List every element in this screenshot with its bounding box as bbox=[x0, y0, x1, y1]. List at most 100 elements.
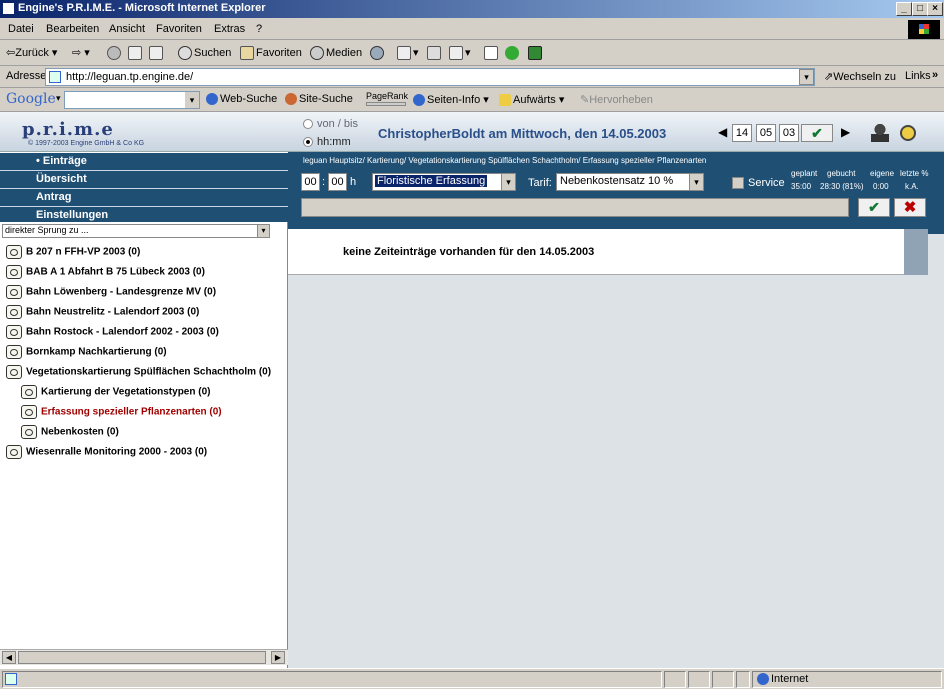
save-entry-button[interactable]: ✔ bbox=[858, 198, 890, 217]
chevron-down-icon[interactable]: ▾ bbox=[501, 174, 515, 190]
links-button[interactable]: Links bbox=[905, 70, 931, 82]
stop-button[interactable] bbox=[107, 46, 123, 60]
menu-datei[interactable]: Datei bbox=[8, 23, 34, 35]
cancel-entry-button[interactable]: ✖ bbox=[894, 198, 926, 217]
project-icon bbox=[21, 425, 37, 439]
stat-last-value: k.A. bbox=[905, 182, 919, 191]
page-title: ChristopherBoldt am Mittwoch, den 14.05.… bbox=[378, 126, 667, 141]
help-icon[interactable] bbox=[900, 125, 916, 141]
search-button[interactable]: Suchen bbox=[178, 46, 231, 60]
tree-item[interactable]: Bahn Neustrelitz - Lalendorf 2003 (0) bbox=[6, 305, 199, 319]
spy-user-icon[interactable] bbox=[871, 124, 889, 142]
minutes-input[interactable]: 00 bbox=[328, 173, 347, 191]
page-info-button[interactable]: Seiten-Info ▾ bbox=[413, 93, 489, 107]
radio-vonbis[interactable]: von / bis bbox=[303, 118, 358, 130]
calendar-button[interactable] bbox=[528, 46, 544, 60]
print-button[interactable] bbox=[427, 46, 443, 60]
globe-icon bbox=[757, 673, 769, 686]
prime-logo: p.r.i.m.e bbox=[22, 119, 114, 140]
tree-item[interactable]: Vegetationskartierung Spülflächen Schach… bbox=[6, 365, 271, 379]
forward-button[interactable]: ⇨ ▾ bbox=[72, 46, 90, 59]
stat-own-header: eigene bbox=[870, 169, 895, 178]
radio-hhmm[interactable]: hh:mm bbox=[303, 136, 351, 148]
back-arrow-icon: ⇦ bbox=[6, 47, 16, 59]
tarif-select[interactable]: Nebenkostensatz 10 % ▾ bbox=[556, 173, 704, 191]
chevron-right-icon[interactable]: » bbox=[932, 69, 938, 81]
go-button[interactable]: ⇗Wechseln zu bbox=[824, 70, 896, 83]
prev-day-icon[interactable]: ◀ bbox=[718, 125, 727, 139]
menu-help[interactable]: ? bbox=[256, 23, 262, 35]
next-day-icon[interactable]: ▶ bbox=[841, 125, 850, 139]
nav-uebersicht[interactable]: Übersicht bbox=[0, 171, 288, 189]
home-button[interactable] bbox=[149, 46, 165, 60]
page-icon bbox=[5, 673, 17, 685]
status-cell bbox=[664, 671, 686, 688]
favorites-button[interactable]: Favoriten bbox=[240, 46, 302, 60]
messenger-button[interactable] bbox=[505, 46, 521, 60]
web-search-button[interactable]: Web-Suche bbox=[206, 93, 277, 106]
refresh-button[interactable] bbox=[128, 46, 144, 60]
mail-button[interactable]: ▾ bbox=[397, 46, 419, 61]
date-confirm-button[interactable]: ✔ bbox=[801, 124, 833, 142]
site-search-button[interactable]: Site-Suche bbox=[285, 93, 353, 106]
edit-button[interactable]: ▾ bbox=[449, 46, 471, 61]
tree-item[interactable]: Wiesenralle Monitoring 2000 - 2003 (0) bbox=[6, 445, 207, 459]
activity-select[interactable]: Floristische Erfassung ▾ bbox=[372, 173, 516, 191]
app-header: p.r.i.m.e © 1997-2003 Engine GmbH & Co K… bbox=[0, 112, 944, 152]
status-bar: Internet bbox=[0, 668, 944, 689]
title-bar: Engine's P.R.I.M.E. - Microsoft Internet… bbox=[0, 0, 944, 18]
highlight-button[interactable]: ✎Hervorheben bbox=[580, 93, 653, 106]
up-button[interactable]: Aufwärts ▾ bbox=[499, 93, 564, 107]
history-button[interactable] bbox=[370, 46, 386, 60]
menu-bearbeiten[interactable]: Bearbeiten bbox=[46, 23, 99, 35]
google-menu-chevron-icon[interactable]: ▾ bbox=[56, 93, 61, 104]
tree-subitem-selected[interactable]: Erfassung spezieller Pflanzenarten (0) bbox=[21, 405, 222, 419]
year-input[interactable]: 03 bbox=[779, 124, 799, 142]
nav-eintraege[interactable]: • Einträge bbox=[0, 153, 288, 171]
history-icon bbox=[370, 46, 384, 60]
tree-item[interactable]: B 207 n FFH-VP 2003 (0) bbox=[6, 245, 140, 259]
chevron-down-icon[interactable]: ▾ bbox=[257, 225, 269, 237]
tree-subitem[interactable]: Kartierung der Vegetationstypen (0) bbox=[21, 385, 210, 399]
tree-scrollbar[interactable]: ◀ ▶ bbox=[0, 649, 288, 665]
discuss-button[interactable] bbox=[484, 46, 500, 60]
comment-input[interactable] bbox=[301, 198, 849, 217]
tree-item[interactable]: BAB A 1 Abfahrt B 75 Lübeck 2003 (0) bbox=[6, 265, 205, 279]
service-label: Service bbox=[748, 177, 785, 189]
media-button[interactable]: Medien bbox=[310, 46, 362, 60]
stop-icon bbox=[107, 46, 121, 60]
tree-subitem[interactable]: Nebenkosten (0) bbox=[21, 425, 119, 439]
google-logo[interactable]: Google bbox=[6, 91, 56, 107]
service-checkbox[interactable] bbox=[732, 177, 744, 189]
chevron-down-icon[interactable]: ▾ bbox=[185, 92, 199, 108]
scroll-right-icon[interactable]: ▶ bbox=[271, 651, 285, 664]
tree-item[interactable]: Bahn Rostock - Lalendorf 2002 - 2003 (0) bbox=[6, 325, 219, 339]
menu-favoriten[interactable]: Favoriten bbox=[156, 23, 202, 35]
url-input[interactable]: http://leguan.tp.engine.de/ bbox=[45, 68, 815, 86]
messenger-icon bbox=[505, 46, 519, 60]
menu-extras[interactable]: Extras bbox=[214, 23, 245, 35]
google-search-input[interactable]: ▾ bbox=[64, 91, 200, 109]
project-icon bbox=[21, 385, 37, 399]
stat-own-value: 0:00 bbox=[873, 182, 889, 191]
edit-icon bbox=[449, 46, 463, 61]
chevron-down-icon[interactable]: ▾ bbox=[689, 174, 703, 190]
stat-last-header: letzte % bbox=[900, 169, 929, 178]
security-zone: Internet bbox=[752, 671, 942, 688]
minimize-button[interactable]: _ bbox=[896, 2, 912, 16]
scroll-left-icon[interactable]: ◀ bbox=[2, 651, 16, 664]
jump-select[interactable]: direkter Sprung zu ... ▾ bbox=[2, 224, 270, 238]
tree-item[interactable]: Bornkamp Nachkartierung (0) bbox=[6, 345, 167, 359]
tree-item[interactable]: Bahn Löwenberg - Landesgrenze MV (0) bbox=[6, 285, 216, 299]
maximize-button[interactable]: □ bbox=[912, 2, 928, 16]
url-dropdown-button[interactable]: ▾ bbox=[799, 69, 814, 85]
back-button[interactable]: ⇦Zurück ▾ bbox=[6, 46, 57, 59]
close-button[interactable]: × bbox=[927, 2, 943, 16]
menu-ansicht[interactable]: Ansicht bbox=[109, 23, 145, 35]
scroll-thumb[interactable] bbox=[18, 651, 266, 664]
go-arrow-icon: ⇗ bbox=[824, 71, 834, 83]
nav-antrag[interactable]: Antrag bbox=[0, 189, 288, 207]
month-input[interactable]: 05 bbox=[756, 124, 776, 142]
hours-input[interactable]: 00 bbox=[301, 173, 320, 191]
day-input[interactable]: 14 bbox=[732, 124, 752, 142]
